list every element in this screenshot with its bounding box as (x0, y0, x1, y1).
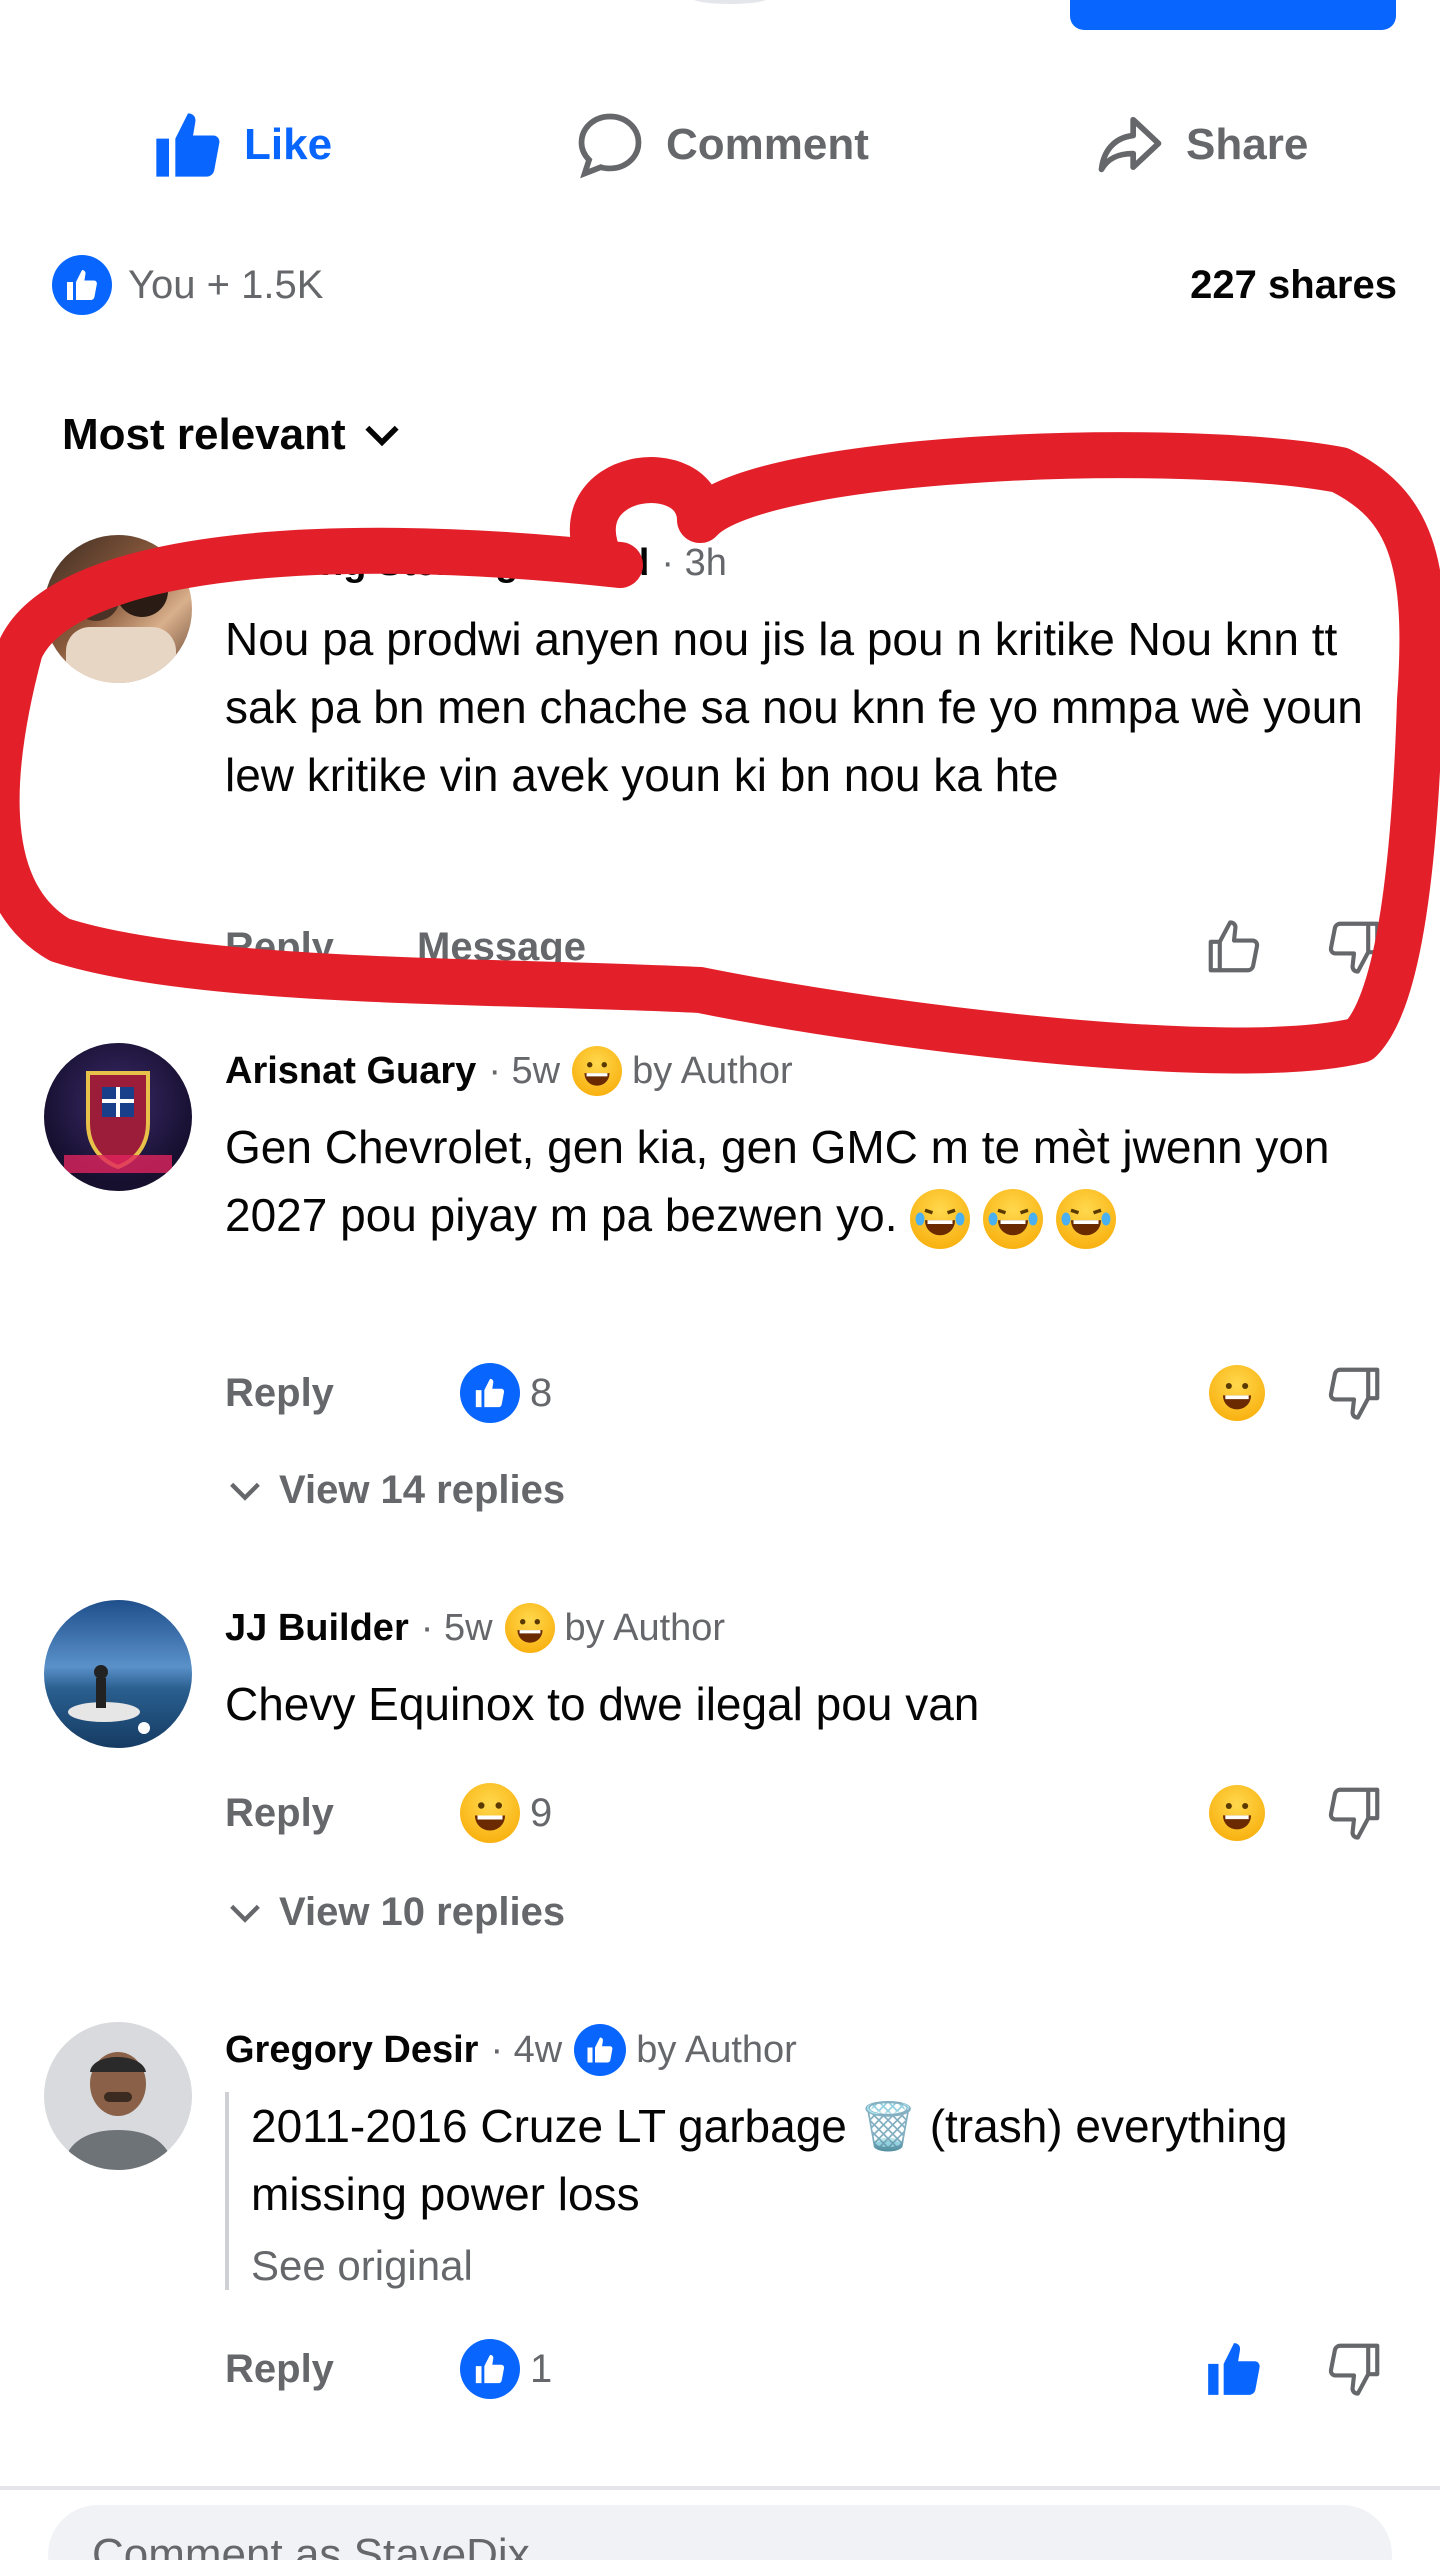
view-replies-label: View 14 replies (279, 1468, 566, 1512)
thumbs-down-outline-icon[interactable] (1323, 2338, 1385, 2400)
author-badge: by Author (574, 2024, 797, 2076)
comment-time: · 4w (490, 2028, 563, 2071)
thumbs-up-filled-icon[interactable] (1203, 2338, 1265, 2400)
reactions-summary[interactable]: You + 1.5K (52, 255, 323, 315)
avatar[interactable] (44, 535, 192, 683)
comment-time: · 5w (420, 1606, 493, 1649)
comment-item: JJ Builder · 5w by Author Chevy Equinox … (0, 1600, 1440, 1980)
reactions-count: You + 1.5K (128, 262, 324, 307)
reply-button[interactable]: Reply (225, 1371, 334, 1416)
reaction-count[interactable]: 9 (460, 1783, 552, 1843)
reaction-count-value: 8 (530, 1370, 553, 1415)
reaction-count-value: 1 (530, 2346, 553, 2391)
commenter-name[interactable]: Arisnat Guary (225, 1050, 476, 1093)
comment-actions: Reply 1 (225, 2334, 1385, 2404)
author-badge-label: by Author (632, 1049, 793, 1092)
like-reaction-icon (460, 2339, 520, 2399)
grinning-face-icon (572, 1046, 623, 1096)
comment-item: Arisnat Guary · 5w by Author Gen Chevrol… (0, 1043, 1440, 1543)
chevron-down-icon (230, 1904, 260, 1923)
comment-body: Gregory Desir · 4w by Author 2011-2016 C… (225, 2022, 1380, 2290)
comment-text-content: Gen Chevrolet, gen kia, gen GMC m te mèt… (225, 1121, 1330, 1241)
thumbs-up-filled-icon (156, 113, 220, 177)
author-badge: by Author (504, 1603, 726, 1653)
post-action-bar: Like Comment Share (0, 95, 1440, 195)
comment-time: · 5w (488, 1049, 561, 1092)
share-label: Share (1186, 120, 1309, 169)
avatar[interactable] (44, 1043, 192, 1191)
avatar[interactable] (44, 2022, 192, 2170)
share-arrow-icon (1098, 116, 1162, 173)
grinning-face-icon (504, 1603, 555, 1653)
comment-actions: Reply Message (225, 912, 1385, 982)
like-reaction-icon (460, 1363, 520, 1423)
top-cta-button[interactable] (1070, 0, 1396, 30)
comment-actions: Reply 9 (225, 1778, 1385, 1848)
commenter-name[interactable]: JJ Builder (225, 1607, 409, 1650)
composer-placeholder: Comment as StaveDix (92, 2530, 530, 2560)
like-reaction-icon (52, 255, 112, 315)
reply-button[interactable]: Reply (225, 1791, 334, 1836)
author-badge: by Author (572, 1046, 793, 1096)
thumbs-up-outline-icon[interactable] (1203, 916, 1265, 978)
grinning-face-icon (460, 1783, 520, 1843)
sort-label: Most relevant (62, 410, 346, 459)
comment-actions: Reply 8 (225, 1358, 1385, 1428)
comment-text: Gen Chevrolet, gen kia, gen GMC m te mèt… (225, 1113, 1380, 1249)
comment-item: Gregory Desir · 4w by Author 2011-2016 C… (0, 2022, 1440, 2442)
tears-of-joy-emoji-icon (983, 1188, 1044, 1249)
reaction-count[interactable]: 8 (460, 1363, 552, 1423)
tears-of-joy-emoji-icon (1055, 1188, 1116, 1249)
share-button[interactable]: Share (1092, 95, 1308, 195)
comment-label: Comment (666, 120, 869, 169)
speech-bubble-icon (578, 113, 642, 179)
grinning-face-icon[interactable] (1209, 1785, 1265, 1841)
grinning-face-icon[interactable] (1209, 1365, 1265, 1421)
sort-dropdown[interactable]: Most relevant (62, 410, 404, 460)
translated-comment: 2011-2016 Cruze LT garbage 🗑️ (trash) ev… (225, 2092, 1380, 2290)
comment-text: Chevy Equinox to dwe ilegal pou van (225, 1678, 980, 1730)
comment-meta: Arisnat Guary · 5w by Author (225, 1043, 1380, 1099)
commenter-name[interactable]: Sterling Sterling Ber nd (225, 542, 649, 585)
comment-body: Sterling Sterling Ber nd · 3h Nou pa pro… (225, 535, 1380, 809)
tears-of-joy-emoji-icon (910, 1188, 971, 1249)
view-replies-link[interactable]: View 14 replies (225, 1468, 565, 1513)
shares-count[interactable]: 227 shares (1190, 263, 1397, 308)
comment-button[interactable]: Comment (572, 95, 1440, 195)
chevron-down-icon (230, 1482, 260, 1501)
commenter-name[interactable]: Gregory Desir (225, 2029, 478, 2072)
comment-item: Sterling Sterling Ber nd · 3h Nou pa pro… (0, 535, 1440, 995)
message-button[interactable]: Message (417, 925, 586, 970)
comment-text: Nou pa prodwi anyen nou jis la pou n kri… (225, 613, 1363, 801)
author-badge-label: by Author (636, 2028, 797, 2071)
comment-meta: JJ Builder · 5w by Author (225, 1600, 1380, 1656)
like-label: Like (244, 120, 333, 169)
reaction-count[interactable]: 1 (460, 2339, 552, 2399)
reply-button[interactable]: Reply (225, 925, 334, 970)
reaction-count-value: 9 (530, 1790, 553, 1835)
thumbs-down-outline-icon[interactable] (1323, 1782, 1385, 1844)
chevron-down-icon (365, 425, 399, 447)
comment-body: Arisnat Guary · 5w by Author Gen Chevrol… (225, 1043, 1380, 1249)
reactions-summary-row: You + 1.5K 227 shares (52, 250, 1397, 320)
thumbs-down-outline-icon[interactable] (1323, 1362, 1385, 1424)
comment-body: JJ Builder · 5w by Author Chevy Equinox … (225, 1600, 1380, 1738)
like-button[interactable]: Like (150, 95, 332, 195)
thumbs-down-outline-icon[interactable] (1323, 916, 1385, 978)
comment-text: 2011-2016 Cruze LT garbage 🗑️ (trash) ev… (251, 2100, 1288, 2220)
author-badge-label: by Author (564, 1606, 726, 1649)
view-replies-link[interactable]: View 10 replies (225, 1890, 565, 1935)
top-divider-arc (690, 0, 770, 4)
like-reaction-icon (574, 2024, 627, 2076)
comment-meta: Sterling Sterling Ber nd · 3h (225, 535, 1380, 591)
comment-time: · 3h (661, 541, 727, 584)
reply-button[interactable]: Reply (225, 2347, 334, 2392)
avatar[interactable] (44, 1600, 192, 1748)
view-replies-label: View 10 replies (279, 1890, 566, 1934)
comment-meta: Gregory Desir · 4w by Author (225, 2022, 1380, 2078)
composer-divider (0, 2486, 1440, 2490)
comment-composer-input[interactable]: Comment as StaveDix (48, 2505, 1392, 2560)
see-original-link[interactable]: See original (251, 2242, 1380, 2290)
